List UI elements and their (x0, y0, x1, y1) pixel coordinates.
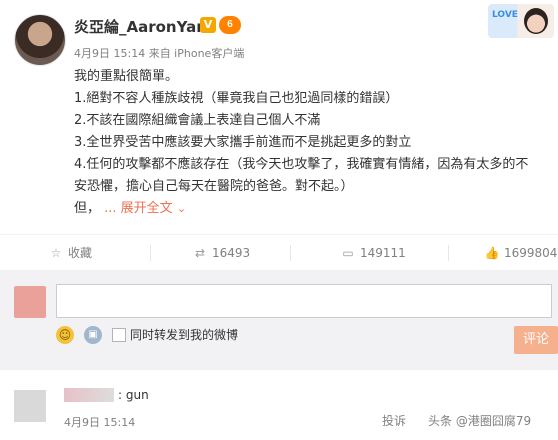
report-link[interactable]: 投诉 (382, 412, 406, 429)
chevron-down-icon[interactable]: ⌄ (177, 202, 186, 215)
weibo-post: 炎亞綸_AaronYan V 𝟔 4月9日 15:14 来自 iPhone客户端… (0, 0, 558, 232)
card-face-icon (524, 8, 548, 34)
repost-count: 16493 (212, 246, 251, 260)
post-line-last: 但， ... 展开全文 ⌄ (74, 198, 558, 220)
image-upload-icon[interactable]: ▣ (84, 326, 102, 344)
commenter-avatar[interactable] (14, 390, 46, 422)
comment-compose-area: ☺ ▣ 同时转发到我的微博 评论 (0, 270, 558, 370)
thumbs-up-icon: 👍 (484, 246, 500, 260)
favorite-button[interactable]: ☆ 收藏 (48, 235, 92, 271)
comment-input[interactable] (56, 284, 552, 318)
comment-count: 149111 (360, 246, 406, 260)
divider (150, 245, 151, 261)
watermark-text: 头条 @港圈囧腐79 (428, 414, 532, 428)
repost-button[interactable]: ⇄ 16493 (192, 235, 250, 271)
repost-checkbox[interactable] (112, 328, 126, 342)
comment-time: 4月9日 15:14 (64, 416, 136, 429)
expand-full-text-link[interactable]: ... 展开全文 (104, 201, 173, 216)
like-count: 1699804 (504, 246, 558, 260)
comment-submit-button[interactable]: 评论 (514, 326, 558, 354)
commenter-name-blurred[interactable] (64, 388, 114, 402)
favorite-label: 收藏 (68, 246, 93, 260)
divider (448, 245, 449, 261)
post-line: 4.任何的攻擊都不應該存在（我今天也攻擊了，我確實有情緒，因為有太多的不 (74, 157, 529, 172)
member-badge-icon[interactable]: 𝟔 (219, 16, 241, 34)
post-line: 3.全世界受苦中應該要大家攜手前進而不是挑起更多的對立 (74, 135, 412, 150)
comment-icon: ▭ (342, 246, 354, 260)
post-line-prefix: 但， (74, 201, 101, 216)
post-action-bar: ☆ 收藏 ⇄ 16493 ▭ 149111 👍 1699804 (0, 234, 558, 272)
current-user-avatar (14, 286, 46, 318)
star-icon: ☆ (50, 246, 62, 260)
like-button[interactable]: 👍 1699804 (484, 235, 558, 271)
repost-icon: ⇄ (194, 246, 206, 260)
author-avatar[interactable] (14, 14, 66, 66)
divider (290, 245, 291, 261)
author-name[interactable]: 炎亞綸_AaronYan (74, 16, 207, 37)
post-meta: 4月9日 15:14 来自 iPhone客户端 (74, 47, 245, 60)
comment-button[interactable]: ▭ 149111 (340, 235, 406, 271)
repost-checkbox-label: 同时转发到我的微博 (130, 328, 239, 342)
post-line: 2.不該在國際組織會議上表達自己個人不滿 (74, 113, 321, 128)
emoji-icon[interactable]: ☺ (56, 326, 74, 344)
comment-item: : gun 4月9日 15:14 投诉 头条 @港圈囧腐79 (0, 372, 558, 440)
verified-badge-icon: V (200, 17, 216, 33)
author-card-image[interactable]: LOVE (488, 4, 554, 38)
post-line: 1.絕對不容人種族歧視（畢竟我自己也犯過同樣的錯誤） (74, 91, 399, 106)
post-line: 安恐懼，擔心自己每天在醫院的爸爸。對不起。） (74, 179, 354, 194)
post-content: 我的重點很簡單。 1.絕對不容人種族歧視（畢竟我自己也犯過同樣的錯誤） 2.不該… (74, 66, 558, 220)
card-tag: LOVE (492, 10, 518, 20)
post-line: 我的重點很簡單。 (74, 69, 179, 84)
comment-text: : gun (118, 388, 149, 402)
